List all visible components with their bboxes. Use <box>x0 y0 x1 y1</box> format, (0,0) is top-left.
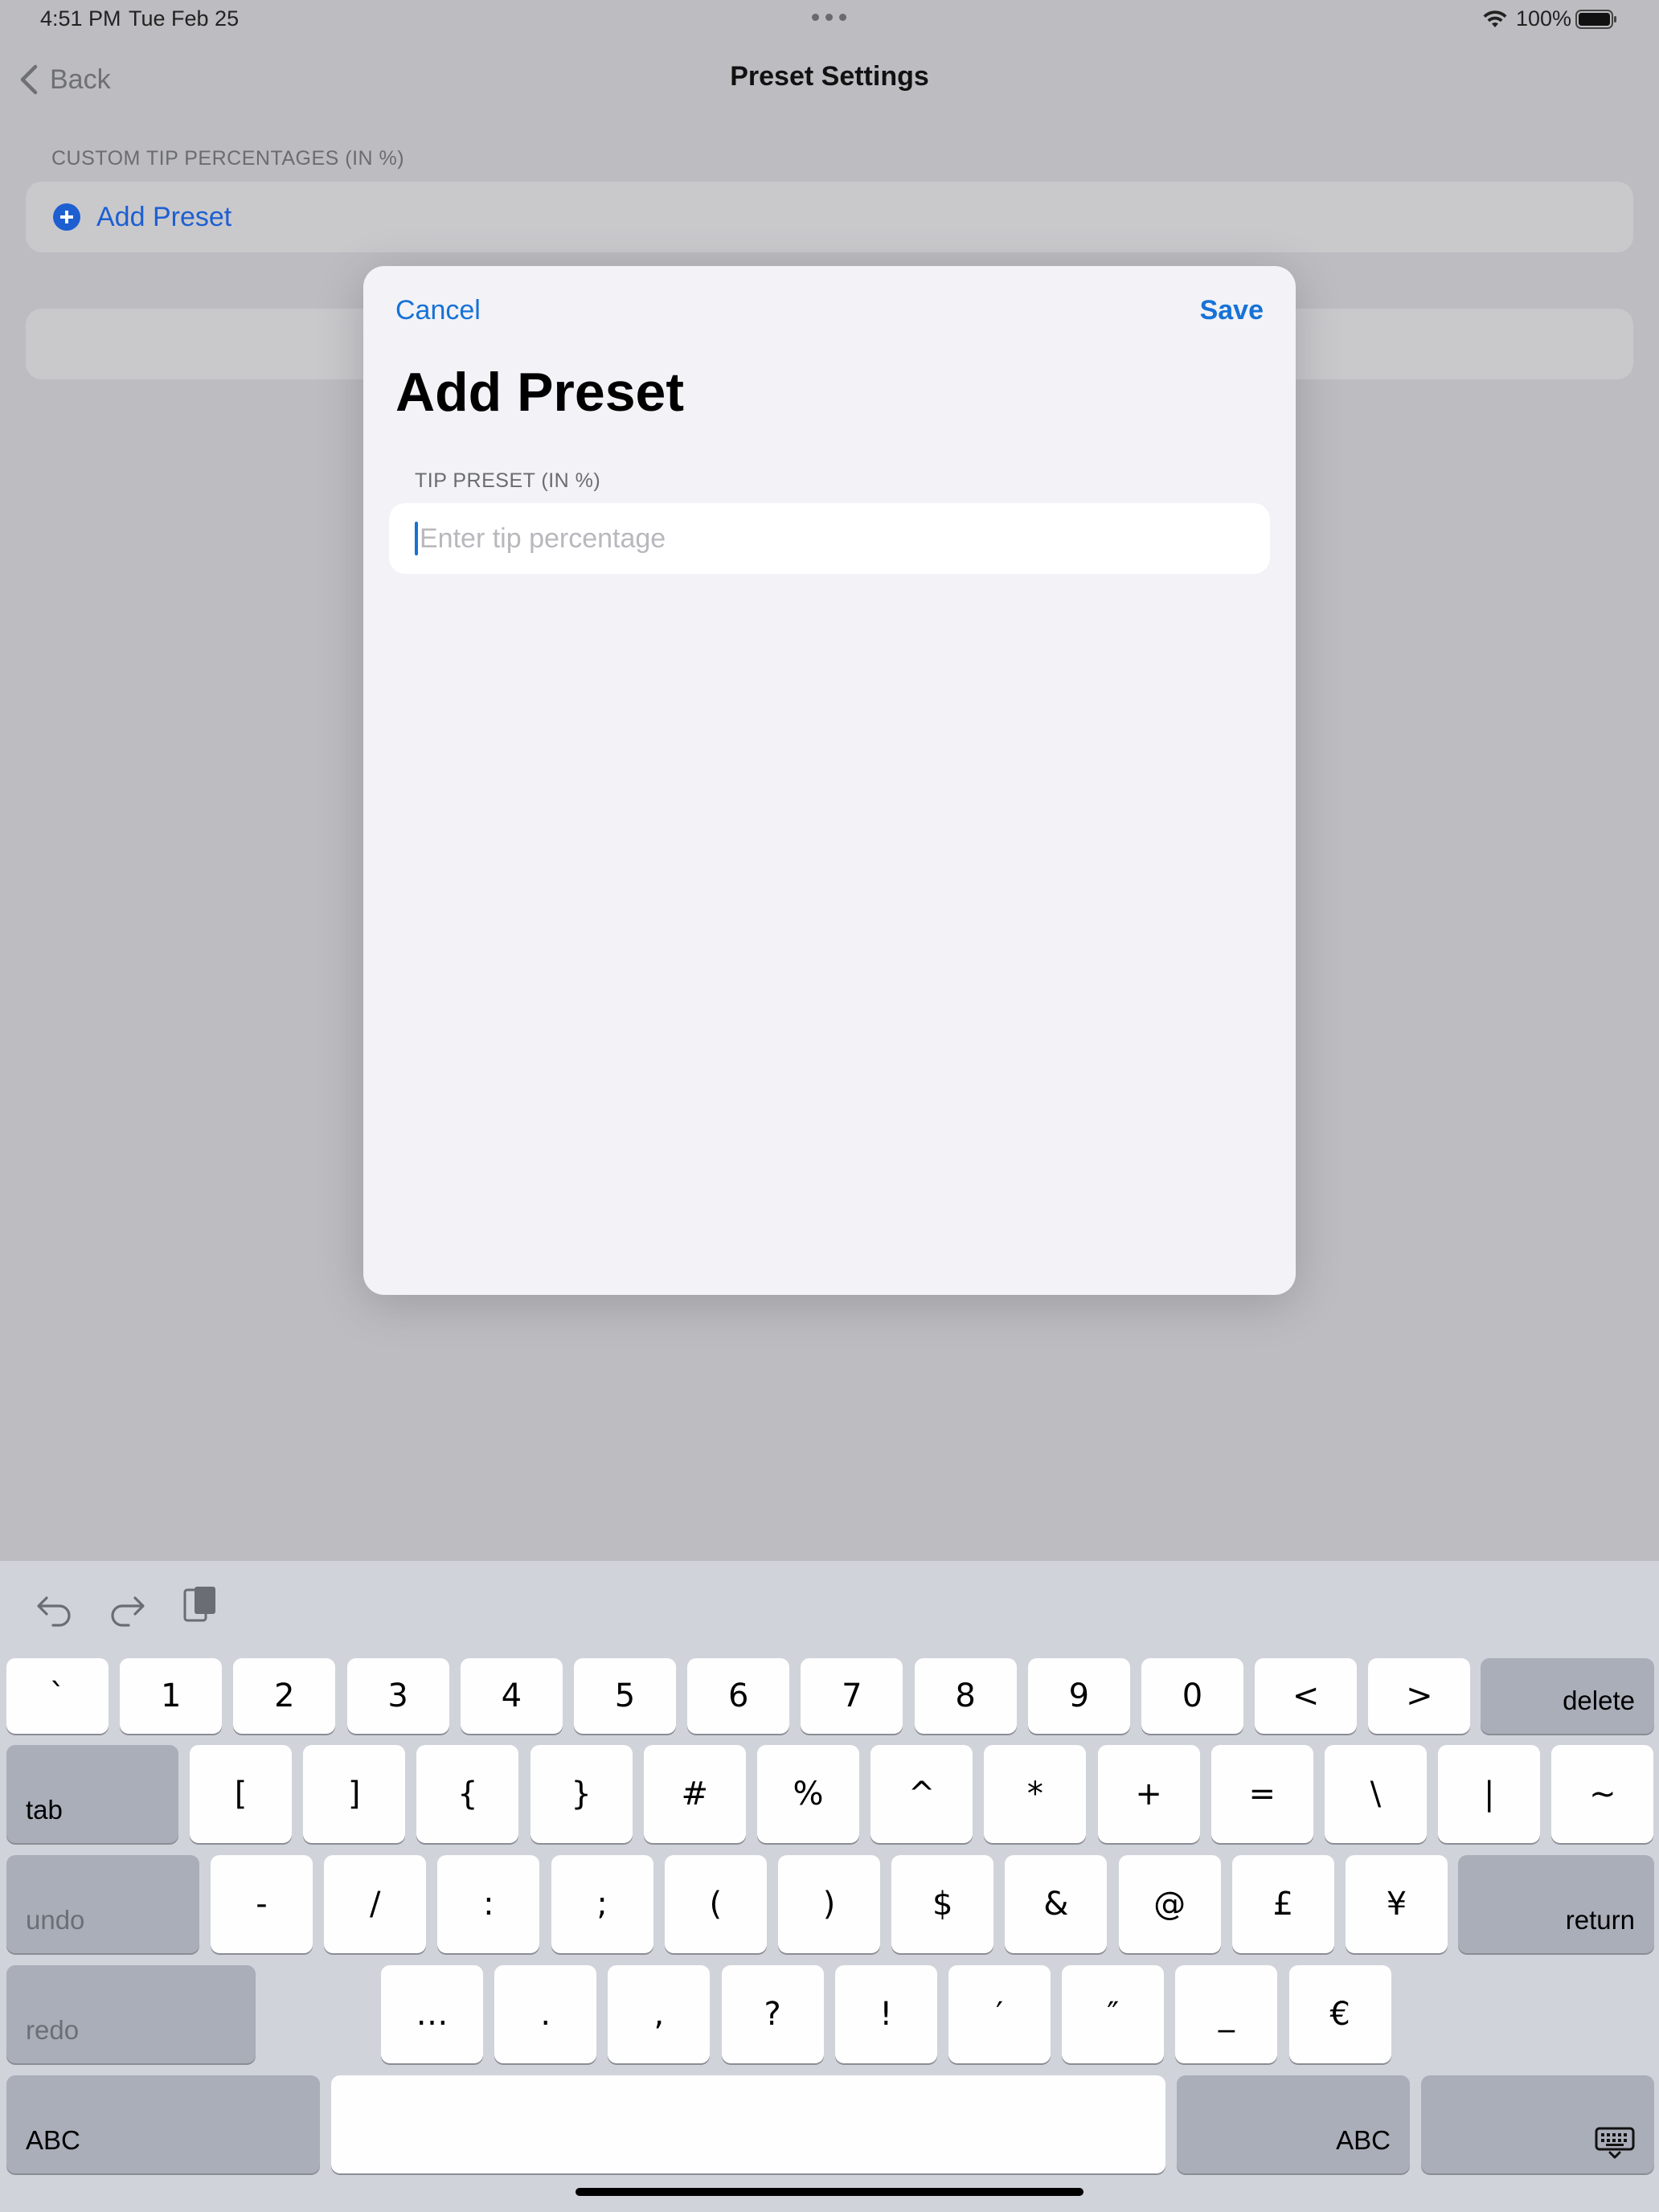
key-row3-4[interactable]: ( <box>664 1855 767 1953</box>
key-row2-3[interactable]: } <box>530 1745 633 1843</box>
tip-percentage-field[interactable] <box>389 503 1270 574</box>
tip-percentage-input[interactable] <box>420 522 1143 555</box>
key-row2-10[interactable]: \ <box>1325 1745 1427 1843</box>
space-key[interactable] <box>331 2075 1165 2173</box>
redo-key[interactable]: redo <box>6 1965 256 2063</box>
plus-circle-icon <box>53 203 80 231</box>
abc-key-label: ABC <box>26 2125 80 2155</box>
key-row2-6[interactable]: ^ <box>870 1745 973 1843</box>
undo-key-label: undo <box>26 1905 85 1935</box>
delete-key[interactable]: delete <box>1481 1658 1654 1734</box>
tab-key[interactable]: tab <box>6 1745 178 1843</box>
battery-icon <box>1575 10 1616 29</box>
key-row2-12[interactable]: ~ <box>1551 1745 1654 1843</box>
key-row4-2[interactable]: , <box>608 1965 711 2063</box>
undo-key[interactable]: undo <box>6 1855 199 1953</box>
key-row4-1[interactable]: . <box>494 1965 597 2063</box>
return-key[interactable]: return <box>1458 1855 1654 1953</box>
key-row3-0[interactable]: - <box>211 1855 313 1953</box>
key-row4-5[interactable]: ′ <box>948 1965 1051 2063</box>
key-row1-4[interactable]: 4 <box>460 1658 563 1734</box>
key-row2-7[interactable]: * <box>984 1745 1087 1843</box>
key-row3-1[interactable]: / <box>324 1855 427 1953</box>
key-row3-2[interactable]: : <box>437 1855 540 1953</box>
key-row3-9[interactable]: £ <box>1231 1855 1334 1953</box>
text-cursor <box>415 522 418 555</box>
key-row1-3[interactable]: 3 <box>346 1658 449 1734</box>
key-row2-5[interactable]: % <box>757 1745 859 1843</box>
add-preset-sheet: Cancel Save Add Preset TIP PRESET (IN %) <box>363 266 1296 1295</box>
key-row1-9[interactable]: 9 <box>1027 1658 1130 1734</box>
key-row1-6[interactable]: 6 <box>687 1658 790 1734</box>
key-row2-11[interactable]: | <box>1438 1745 1541 1843</box>
multitasking-dots-icon[interactable] <box>810 10 849 22</box>
key-row2-1[interactable]: ] <box>303 1745 406 1843</box>
cancel-button[interactable]: Cancel <box>395 295 481 326</box>
key-row1-2[interactable]: 2 <box>233 1658 336 1734</box>
save-button[interactable]: Save <box>1200 295 1264 326</box>
status-bar: 4:51 PM Tue Feb 25 100% <box>0 0 1659 39</box>
key-row3-8[interactable]: @ <box>1118 1855 1221 1953</box>
key-row3-7[interactable]: & <box>1005 1855 1108 1953</box>
key-row1-10[interactable]: 0 <box>1141 1658 1243 1734</box>
key-row1-11[interactable]: < <box>1255 1658 1358 1734</box>
battery-percent: 100% <box>1516 6 1572 31</box>
key-row3-3[interactable]: ; <box>551 1855 653 1953</box>
key-row2-4[interactable]: # <box>643 1745 746 1843</box>
keyboard: ` 1 2 3 4 5 6 7 8 9 0 < > delete tab []{} #% ^ * + = \ | ~ u… <box>0 1561 1659 2212</box>
paste-icon[interactable] <box>178 1583 220 1625</box>
page-title: Preset Settings <box>730 61 929 92</box>
status-time: 4:51 PM <box>40 6 121 31</box>
key-row2-9[interactable]: = <box>1210 1745 1313 1843</box>
key-row2-0[interactable]: [ <box>190 1745 292 1843</box>
status-date: Tue Feb 25 <box>129 6 240 31</box>
tab-key-label: tab <box>26 1795 63 1825</box>
key-row1-0[interactable]: ` <box>6 1658 109 1734</box>
sheet-title: Add Preset <box>395 362 684 423</box>
add-preset-label: Add Preset <box>96 201 232 232</box>
key-row1-12[interactable]: > <box>1368 1658 1471 1734</box>
key-row4-0[interactable]: … <box>381 1965 483 2063</box>
keyboard-dismiss-key[interactable] <box>1421 2075 1654 2173</box>
key-row1-8[interactable]: 8 <box>914 1658 1017 1734</box>
key-row3-10[interactable]: ¥ <box>1346 1855 1448 1953</box>
redo-key-label: redo <box>26 2015 80 2045</box>
section-header: CUSTOM TIP PERCENTAGES (IN %) <box>51 147 405 170</box>
key-row4-8[interactable]: € <box>1288 1965 1391 2063</box>
key-row1-7[interactable]: 7 <box>801 1658 903 1734</box>
delete-key-label: delete <box>1563 1686 1635 1715</box>
key-row4-7[interactable]: _ <box>1175 1965 1278 2063</box>
return-key-label: return <box>1565 1905 1635 1935</box>
key-row4-3[interactable]: ? <box>721 1965 824 2063</box>
home-indicator[interactable] <box>576 2188 1083 2196</box>
abc-key-left[interactable]: ABC <box>6 2075 320 2173</box>
add-preset-button[interactable]: Add Preset <box>26 182 1633 252</box>
redo-icon[interactable] <box>106 1587 148 1628</box>
key-row2-8[interactable]: + <box>1097 1745 1200 1843</box>
key-row3-6[interactable]: $ <box>891 1855 994 1953</box>
key-row3-5[interactable]: ) <box>778 1855 880 1953</box>
key-row4-6[interactable]: ″ <box>1062 1965 1165 2063</box>
key-row1-1[interactable]: 1 <box>120 1658 223 1734</box>
abc-key-label: ABC <box>1336 2125 1391 2155</box>
undo-icon[interactable] <box>34 1587 76 1628</box>
key-row4-4[interactable]: ! <box>834 1965 937 2063</box>
abc-key-right[interactable]: ABC <box>1177 2075 1410 2173</box>
key-row1-5[interactable]: 5 <box>574 1658 676 1734</box>
keyboard-dismiss-icon <box>1595 2127 1635 2159</box>
wifi-icon <box>1483 10 1507 27</box>
key-row2-2[interactable]: { <box>416 1745 519 1843</box>
field-header: TIP PRESET (IN %) <box>415 469 601 492</box>
